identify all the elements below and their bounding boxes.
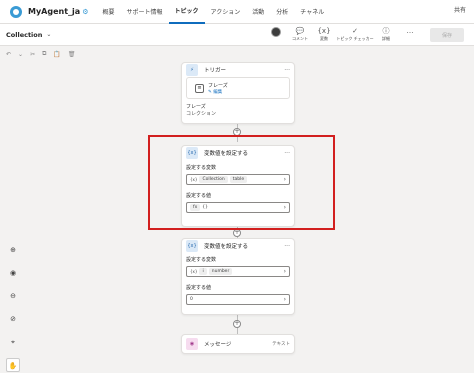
delete-icon[interactable]: 🗑	[68, 51, 76, 58]
value-input[interactable]: 0 ›	[186, 294, 290, 305]
variable-icon: {x}	[317, 27, 331, 35]
lightning-icon: ⚡	[186, 64, 198, 76]
user-avatar[interactable]	[264, 26, 288, 37]
message-type[interactable]: テキスト	[272, 341, 290, 347]
message-node[interactable]: ◉ メッセージ テキスト	[181, 334, 295, 354]
add-node-icon[interactable]: +	[233, 229, 241, 237]
comment-button[interactable]: 💬 コメント	[288, 26, 312, 42]
more-icon: …	[406, 27, 414, 35]
trigger-header: ⚡ トリガー ···	[182, 63, 294, 77]
save-button[interactable]: 保存	[430, 28, 464, 42]
chevron-right-icon: ›	[283, 268, 286, 275]
zoom-in-icon[interactable]: ⊕	[6, 243, 20, 257]
hand-tool-icon[interactable]: ✋	[6, 358, 20, 372]
details-button[interactable]: ⓘ 詳細	[374, 26, 398, 42]
reset-zoom-icon[interactable]: ⊘	[6, 312, 20, 326]
node-title: 変数値を設定する	[204, 244, 249, 250]
nav-channels[interactable]: チャネル	[294, 0, 330, 24]
variable-type: number	[208, 268, 233, 275]
chevron-right-icon: ›	[283, 296, 286, 303]
trigger-node[interactable]: ⚡ トリガー ··· ≡ フレーズ ✎ 編集 フレーズ コレクション	[181, 62, 295, 124]
nav-actions[interactable]: アクション	[205, 0, 247, 24]
add-node-icon[interactable]: +	[233, 320, 241, 328]
share-button[interactable]: 共有	[454, 5, 466, 14]
nav-overview[interactable]: 概要	[96, 0, 120, 24]
variables-button[interactable]: {x} 変数	[312, 26, 336, 42]
agent-logo-icon	[10, 5, 22, 18]
chevron-down-icon[interactable]: ⌄	[46, 31, 51, 38]
nav-knowledge[interactable]: サポート情報	[120, 0, 168, 24]
minimap-icon[interactable]: ⌖	[6, 335, 20, 349]
set-variable-node[interactable]: {x} 変数値を設定する ··· 設定する変数 {x} i number › 設…	[181, 238, 295, 315]
edit-toolbar: ↶ ⌄ ✂ ⧉ 📋 🗑	[0, 46, 474, 62]
zoom-controls: ⊕ ◉ ⊖ ⊘ ⌖ ✋	[6, 243, 20, 372]
variable-label: 設定する変数	[186, 257, 217, 263]
variable-name: i	[199, 268, 207, 275]
nav-analytics[interactable]: 分析	[270, 0, 294, 24]
topic-checker-label: トピック チェッカー	[336, 36, 374, 41]
card-header: {x} 変数値を設定する ···	[182, 239, 294, 253]
paste-icon[interactable]: 📋	[53, 51, 60, 58]
topic-checker-button[interactable]: ✓ トピック チェッカー	[336, 26, 374, 42]
more-button[interactable]: …	[398, 26, 422, 36]
phrases-value: コレクション	[186, 111, 217, 117]
phrases-icon: ≡	[195, 83, 204, 93]
highlight-box	[148, 135, 335, 230]
node-title: メッセージ	[204, 342, 232, 348]
nav-topics[interactable]: トピック	[168, 0, 205, 24]
more-icon[interactable]: ···	[284, 67, 290, 74]
avatar	[271, 27, 281, 37]
main-nav: 概要 サポート情報 トピック アクション 活動 分析 チャネル	[96, 0, 330, 24]
details-icon: ⓘ	[382, 27, 390, 35]
card-header: ◉ メッセージ テキスト	[182, 335, 294, 353]
zoom-out-icon[interactable]: ⊖	[6, 289, 20, 303]
top-bar: MyAgent_ja ⚙ 概要 サポート情報 トピック アクション 活動 分析 …	[0, 0, 474, 24]
variable-picker[interactable]: {x} i number ›	[186, 266, 290, 277]
message-icon: ◉	[186, 338, 198, 350]
phrases-title: フレーズ	[208, 82, 228, 89]
comment-icon: 💬	[295, 27, 305, 35]
trigger-title: トリガー	[204, 68, 227, 74]
phrases-label: フレーズ	[186, 104, 206, 110]
undo-icon[interactable]: ↶	[6, 51, 11, 58]
chevron-down-icon[interactable]: ⌄	[18, 51, 23, 58]
copy-icon[interactable]: ⧉	[42, 50, 46, 58]
edit-link[interactable]: ✎ 編集	[208, 89, 228, 95]
topic-title[interactable]: Collection	[6, 31, 42, 39]
cut-icon[interactable]: ✂	[30, 51, 35, 58]
fit-center-icon[interactable]: ◉	[6, 266, 20, 280]
variable-icon: {x}	[186, 240, 198, 252]
more-icon[interactable]: ···	[284, 243, 290, 250]
nav-activity[interactable]: 活動	[246, 0, 270, 24]
topic-toolbar: Collection ⌄ 💬 コメント {x} 変数 ✓ トピック チェッカー ⓘ 詳細…	[0, 24, 474, 46]
comment-label: コメント	[292, 36, 308, 41]
details-label: 詳細	[382, 36, 390, 41]
trigger-phrases-box[interactable]: ≡ フレーズ ✎ 編集	[186, 77, 290, 99]
value-text: 0	[190, 297, 193, 302]
value-label: 設定する値	[186, 285, 212, 291]
agent-name[interactable]: MyAgent_ja	[28, 7, 80, 16]
toolbar-actions: 💬 コメント {x} 変数 ✓ トピック チェッカー ⓘ 詳細 … 保存	[264, 26, 464, 42]
variables-label: 変数	[320, 36, 328, 41]
agent-status-icon: ⚙	[82, 7, 89, 16]
variable-icon: {x}	[190, 269, 198, 274]
topic-checker-icon: ✓	[352, 27, 358, 35]
